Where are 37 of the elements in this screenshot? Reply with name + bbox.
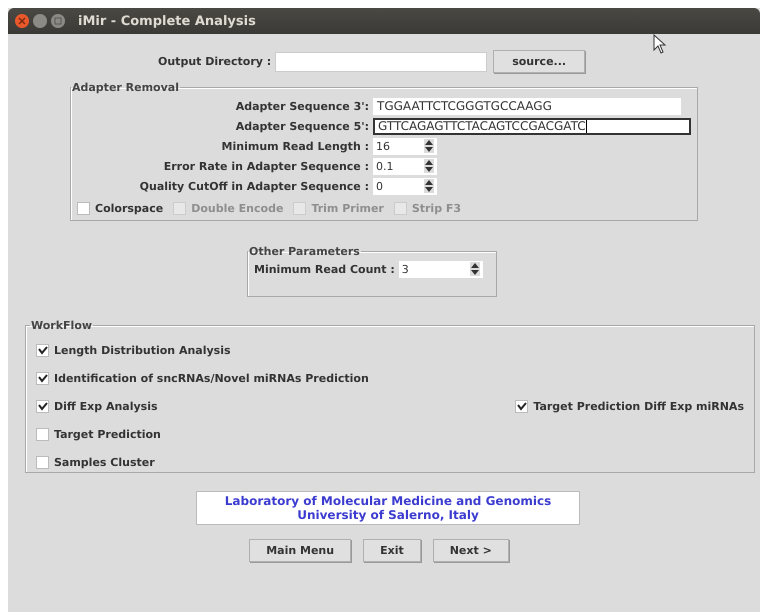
checkbox-option[interactable]: Samples Cluster [36, 456, 155, 468]
checkbox-option[interactable]: Target Prediction Diff Exp miRNAs [515, 400, 744, 412]
checkbox-option[interactable]: Length Distribution Analysis [36, 344, 231, 356]
group-title: WorkFlow [30, 319, 94, 332]
mouse-pointer-icon [653, 34, 667, 54]
credit-text: Laboratory of Molecular Medicine and Genomics [224, 494, 552, 508]
number-spinner[interactable]: 0 [373, 178, 437, 194]
field-label: Adapter Sequence 5': [234, 120, 370, 132]
checkmark-icon [516, 401, 527, 411]
checkmark-icon [38, 401, 48, 411]
window-title: iMir - Complete Analysis [78, 14, 256, 28]
dialog-button[interactable]: Exit [363, 539, 421, 562]
field-label: Minimum Read Count : [254, 262, 395, 276]
dialog-button[interactable]: Next > [432, 539, 509, 562]
field-label: Quality CutOff in Adapter Sequence : [138, 180, 370, 192]
checkmark-icon [38, 373, 48, 383]
field-label: Minimum Read Length : [220, 140, 370, 152]
checkbox-option[interactable]: Diff Exp Analysis [36, 400, 158, 412]
checkmark-icon [38, 345, 48, 355]
output-directory-field[interactable] [275, 52, 488, 72]
window-controls-icon[interactable] [14, 13, 66, 29]
group-title: Adapter Removal [71, 81, 180, 94]
number-spinner[interactable]: 3 [398, 260, 483, 278]
field-label: Error Rate in Adapter Sequence : [162, 160, 370, 172]
number-spinner[interactable]: 0.1 [373, 158, 437, 174]
group-title: Other Parameters [248, 245, 361, 258]
sequence-field[interactable]: TGGAATTCTCGGGTGCCAAGG [373, 98, 681, 114]
checkbox-option[interactable]: Colorspace [77, 202, 164, 215]
credit-text: University of Salerno, Italy [297, 508, 479, 522]
sequence-field[interactable]: GTTCAGAGTTCTACAGTCCGACGATC [373, 118, 691, 134]
number-spinner[interactable]: 16 [373, 138, 437, 154]
field-label: Adapter Sequence 3': [234, 100, 370, 112]
checkbox-option[interactable]: Identification of sncRNAs/Novel miRNAs Prediction [36, 372, 369, 384]
source-button[interactable]: source... [493, 50, 586, 73]
output-directory-label: Output Directory : [158, 55, 272, 68]
dialog-button[interactable]: Main Menu [249, 539, 352, 562]
checkbox-option[interactable]: Target Prediction [36, 428, 161, 440]
